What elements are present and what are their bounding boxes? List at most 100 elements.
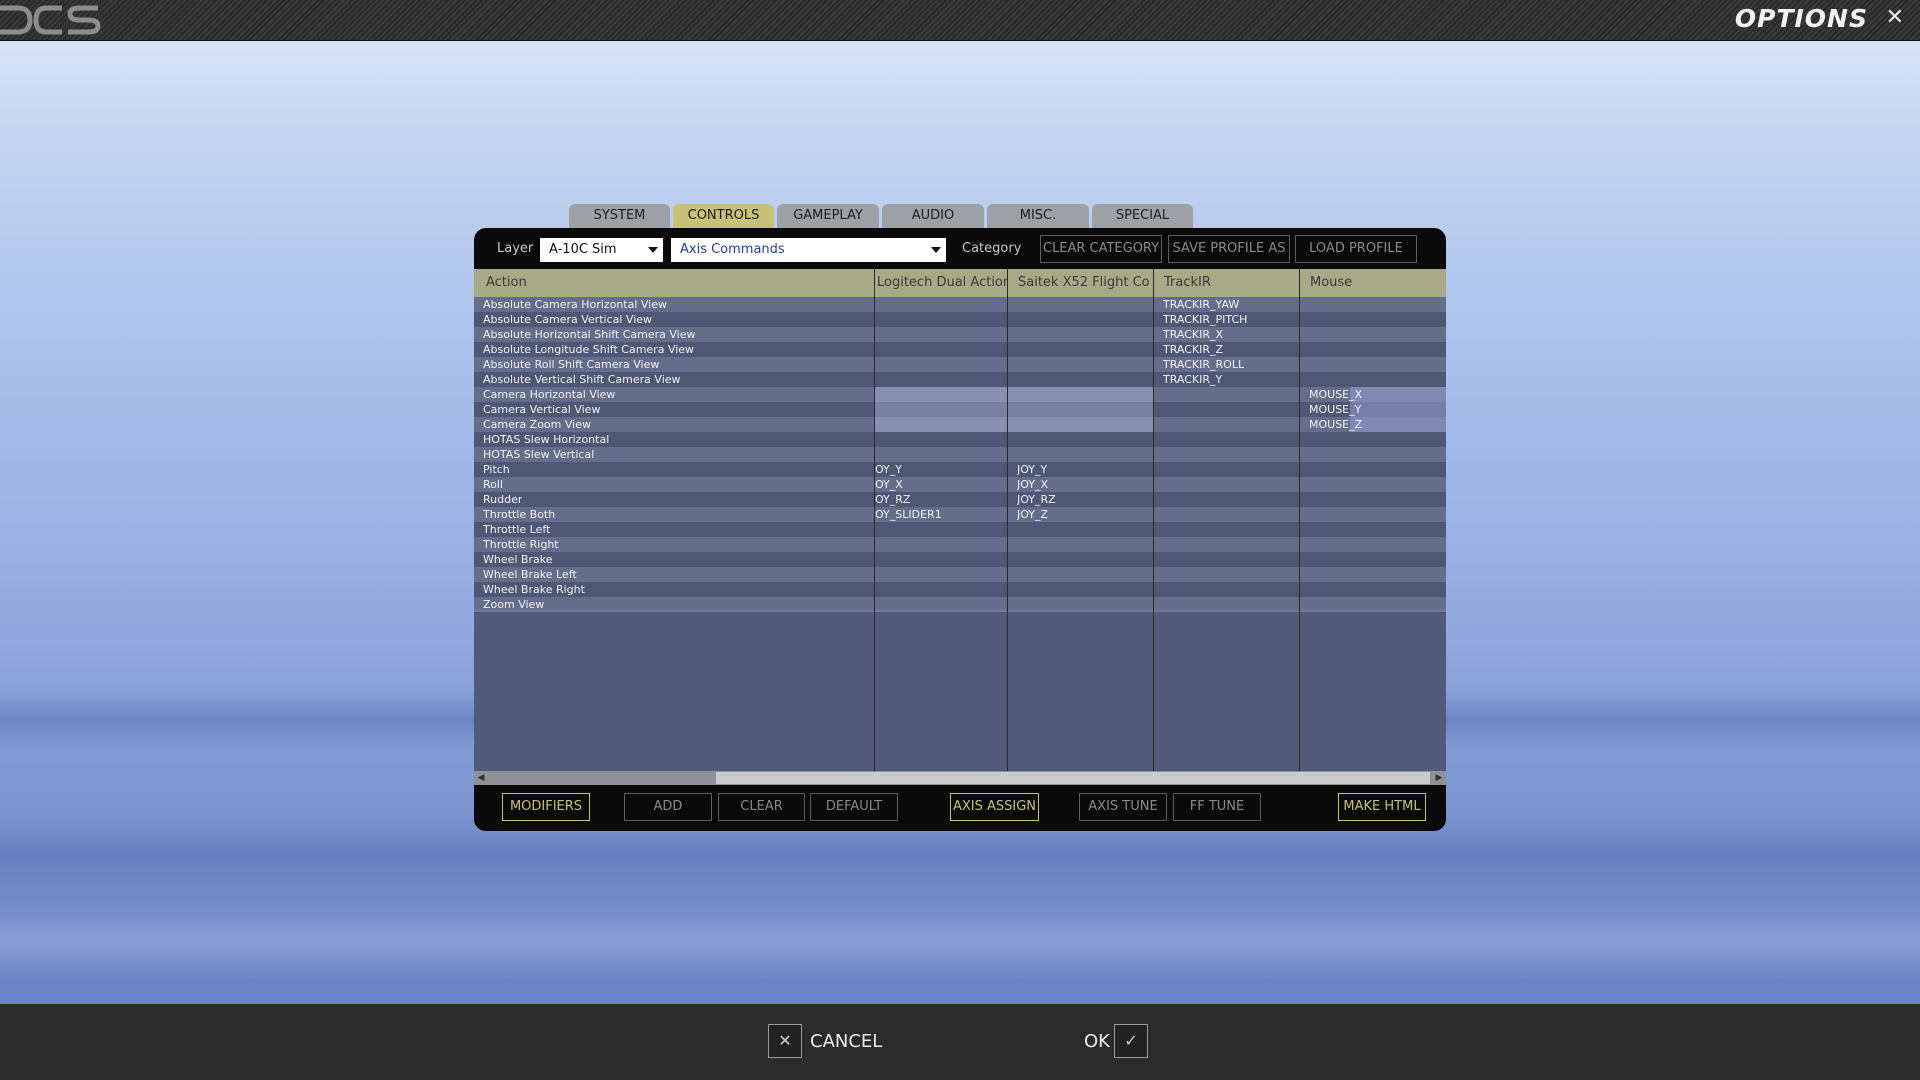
save-profile-as-button[interactable]: SAVE PROFILE AS xyxy=(1168,235,1290,263)
action-cell[interactable]: Camera Vertical View xyxy=(483,402,600,417)
action-cell[interactable]: Absolute Camera Horizontal View xyxy=(483,297,667,312)
action-cell[interactable]: HOTAS Slew Vertical xyxy=(483,447,594,462)
column-header-mouse[interactable]: Mouse xyxy=(1299,269,1446,297)
add-button[interactable]: ADD xyxy=(624,793,712,821)
action-cell[interactable]: Roll xyxy=(483,477,503,492)
logitech-cell[interactable]: OY_RZ xyxy=(875,492,910,507)
table-row[interactable]: Absolute Longitude Shift Camera View TRAC… xyxy=(474,342,1446,357)
action-cell[interactable]: Absolute Roll Shift Camera View xyxy=(483,357,659,372)
chevron-down-icon xyxy=(931,247,941,253)
saitek-cell[interactable]: JOY_X xyxy=(1017,477,1048,492)
axis-assign-button[interactable]: AXIS ASSIGN xyxy=(950,793,1039,821)
tab-special[interactable]: SPECIAL xyxy=(1092,204,1193,228)
check-icon: ✓ xyxy=(1114,1024,1148,1058)
action-cell[interactable]: Absolute Vertical Shift Camera View xyxy=(483,372,681,387)
logitech-cell[interactable]: OY_Y xyxy=(875,462,902,477)
clear-category-button[interactable]: CLEAR CATEGORY xyxy=(1040,235,1162,263)
saitek-cell[interactable]: JOY_Z xyxy=(1017,507,1048,522)
mouse-cell-highlight xyxy=(1350,387,1446,402)
mouse-cell[interactable]: MOUSE_Z xyxy=(1309,417,1362,432)
table-row[interactable]: Absolute Roll Shift Camera View TRACKIR_R… xyxy=(474,357,1446,372)
mouse-cell[interactable]: MOUSE_X xyxy=(1309,387,1362,402)
category-select[interactable]: Axis Commands xyxy=(671,238,946,262)
horizontal-scrollbar[interactable]: ◀ ▶ xyxy=(474,771,1446,785)
table-row[interactable]: Absolute Vertical Shift Camera View TRACK… xyxy=(474,372,1446,387)
tab-audio[interactable]: AUDIO xyxy=(882,204,984,228)
action-cell[interactable]: Pitch xyxy=(483,462,510,477)
table-row[interactable]: Wheel Brake xyxy=(474,552,1446,567)
column-header-trackir[interactable]: TrackIR xyxy=(1153,269,1299,297)
saitek-cell[interactable]: JOY_RZ xyxy=(1017,492,1056,507)
category-select-value: Axis Commands xyxy=(680,242,785,257)
action-cell[interactable]: Throttle Left xyxy=(483,522,550,537)
table-row[interactable]: Throttle Right xyxy=(474,537,1446,552)
table-row[interactable]: Absolute Camera Horizontal View TRACKIR_Y… xyxy=(474,297,1446,312)
layer-select[interactable]: A-10C Sim xyxy=(540,238,663,262)
table-empty-area xyxy=(474,609,1446,771)
table-row[interactable]: Rudder OY_RZ JOY_RZ xyxy=(474,492,1446,507)
action-cell[interactable]: HOTAS Slew Horizontal xyxy=(483,432,609,447)
table-row[interactable]: Camera Vertical View MOUSE_Y xyxy=(474,402,1446,417)
trackir-cell[interactable]: TRACKIR_ROLL xyxy=(1163,357,1244,372)
table-row[interactable]: Absolute Horizontal Shift Camera View TRA… xyxy=(474,327,1446,342)
trackir-cell[interactable]: TRACKIR_Y xyxy=(1163,372,1222,387)
table-row[interactable]: HOTAS Slew Vertical xyxy=(474,447,1446,462)
scroll-left-arrow-icon[interactable]: ◀ xyxy=(474,771,488,785)
action-cell[interactable]: Throttle Right xyxy=(483,537,559,552)
action-cell[interactable]: Wheel Brake xyxy=(483,552,553,567)
action-cell[interactable]: Throttle Both xyxy=(483,507,555,522)
action-cell[interactable]: Absolute Longitude Shift Camera View xyxy=(483,342,694,357)
bindings-table: Action Logitech Dual Action Saitek X52 F… xyxy=(474,269,1446,771)
tab-system[interactable]: SYSTEM xyxy=(569,204,670,228)
default-button[interactable]: DEFAULT xyxy=(810,793,898,821)
table-row[interactable]: Absolute Camera Vertical View TRACKIR_PIT… xyxy=(474,312,1446,327)
trackir-cell[interactable]: TRACKIR_PITCH xyxy=(1163,312,1247,327)
action-cell[interactable]: Camera Zoom View xyxy=(483,417,591,432)
action-cell[interactable]: Camera Horizontal View xyxy=(483,387,615,402)
action-cell[interactable]: Absolute Horizontal Shift Camera View xyxy=(483,327,696,342)
column-header-saitek[interactable]: Saitek X52 Flight Co xyxy=(1007,269,1153,297)
column-divider xyxy=(1299,269,1300,771)
action-cell[interactable]: Wheel Brake Left xyxy=(483,567,577,582)
mouse-cell-highlight xyxy=(1350,417,1446,432)
table-row[interactable]: Throttle Left xyxy=(474,522,1446,537)
action-cell[interactable]: Rudder xyxy=(483,492,522,507)
close-icon[interactable]: ✕ xyxy=(1886,7,1904,29)
axis-tune-button[interactable]: AXIS TUNE xyxy=(1079,793,1167,821)
row-highlight xyxy=(874,387,1153,402)
tab-gameplay[interactable]: GAMEPLAY xyxy=(777,204,879,228)
action-cell[interactable]: Absolute Camera Vertical View xyxy=(483,312,652,327)
table-row[interactable]: Camera Horizontal View MOUSE_X xyxy=(474,387,1446,402)
ff-tune-button[interactable]: FF TUNE xyxy=(1173,793,1261,821)
trackir-cell[interactable]: TRACKIR_X xyxy=(1163,327,1223,342)
scrollbar-thumb[interactable] xyxy=(716,772,1430,784)
mouse-cell[interactable]: MOUSE_Y xyxy=(1309,402,1361,417)
row-highlight xyxy=(874,402,1153,417)
tab-controls[interactable]: CONTROLS xyxy=(673,204,774,228)
modifiers-button[interactable]: MODIFIERS xyxy=(502,793,590,821)
table-row[interactable]: Wheel Brake Right xyxy=(474,582,1446,597)
load-profile-button[interactable]: LOAD PROFILE xyxy=(1295,235,1417,263)
clear-button[interactable]: CLEAR xyxy=(718,793,805,821)
category-label: Category xyxy=(962,241,1022,256)
ok-button[interactable]: OK ✓ xyxy=(1084,1024,1154,1060)
table-row[interactable]: Pitch OY_Y JOY_Y xyxy=(474,462,1446,477)
column-header-action[interactable]: Action xyxy=(474,269,874,297)
trackir-cell[interactable]: TRACKIR_Z xyxy=(1163,342,1223,357)
table-row[interactable]: Camera Zoom View MOUSE_Z xyxy=(474,417,1446,432)
logitech-cell[interactable]: OY_SLIDER1 xyxy=(875,507,942,522)
action-cell[interactable]: Wheel Brake Right xyxy=(483,582,585,597)
scroll-right-arrow-icon[interactable]: ▶ xyxy=(1432,771,1446,785)
cancel-button[interactable]: ✕ CANCEL xyxy=(768,1024,888,1060)
tab-misc[interactable]: MISC. xyxy=(987,204,1089,228)
make-html-button[interactable]: MAKE HTML xyxy=(1338,793,1426,821)
column-header-logitech[interactable]: Logitech Dual Action xyxy=(874,269,1007,297)
trackir-cell[interactable]: TRACKIR_YAW xyxy=(1163,297,1239,312)
saitek-cell[interactable]: JOY_Y xyxy=(1017,462,1047,477)
controls-toolbar: Layer A-10C Sim Axis Commands Category C… xyxy=(474,228,1446,268)
table-row[interactable]: HOTAS Slew Horizontal xyxy=(474,432,1446,447)
table-row[interactable]: Wheel Brake Left xyxy=(474,567,1446,582)
table-row[interactable]: Throttle Both OY_SLIDER1 JOY_Z xyxy=(474,507,1446,522)
table-row[interactable]: Roll OY_X JOY_X xyxy=(474,477,1446,492)
logitech-cell[interactable]: OY_X xyxy=(875,477,903,492)
